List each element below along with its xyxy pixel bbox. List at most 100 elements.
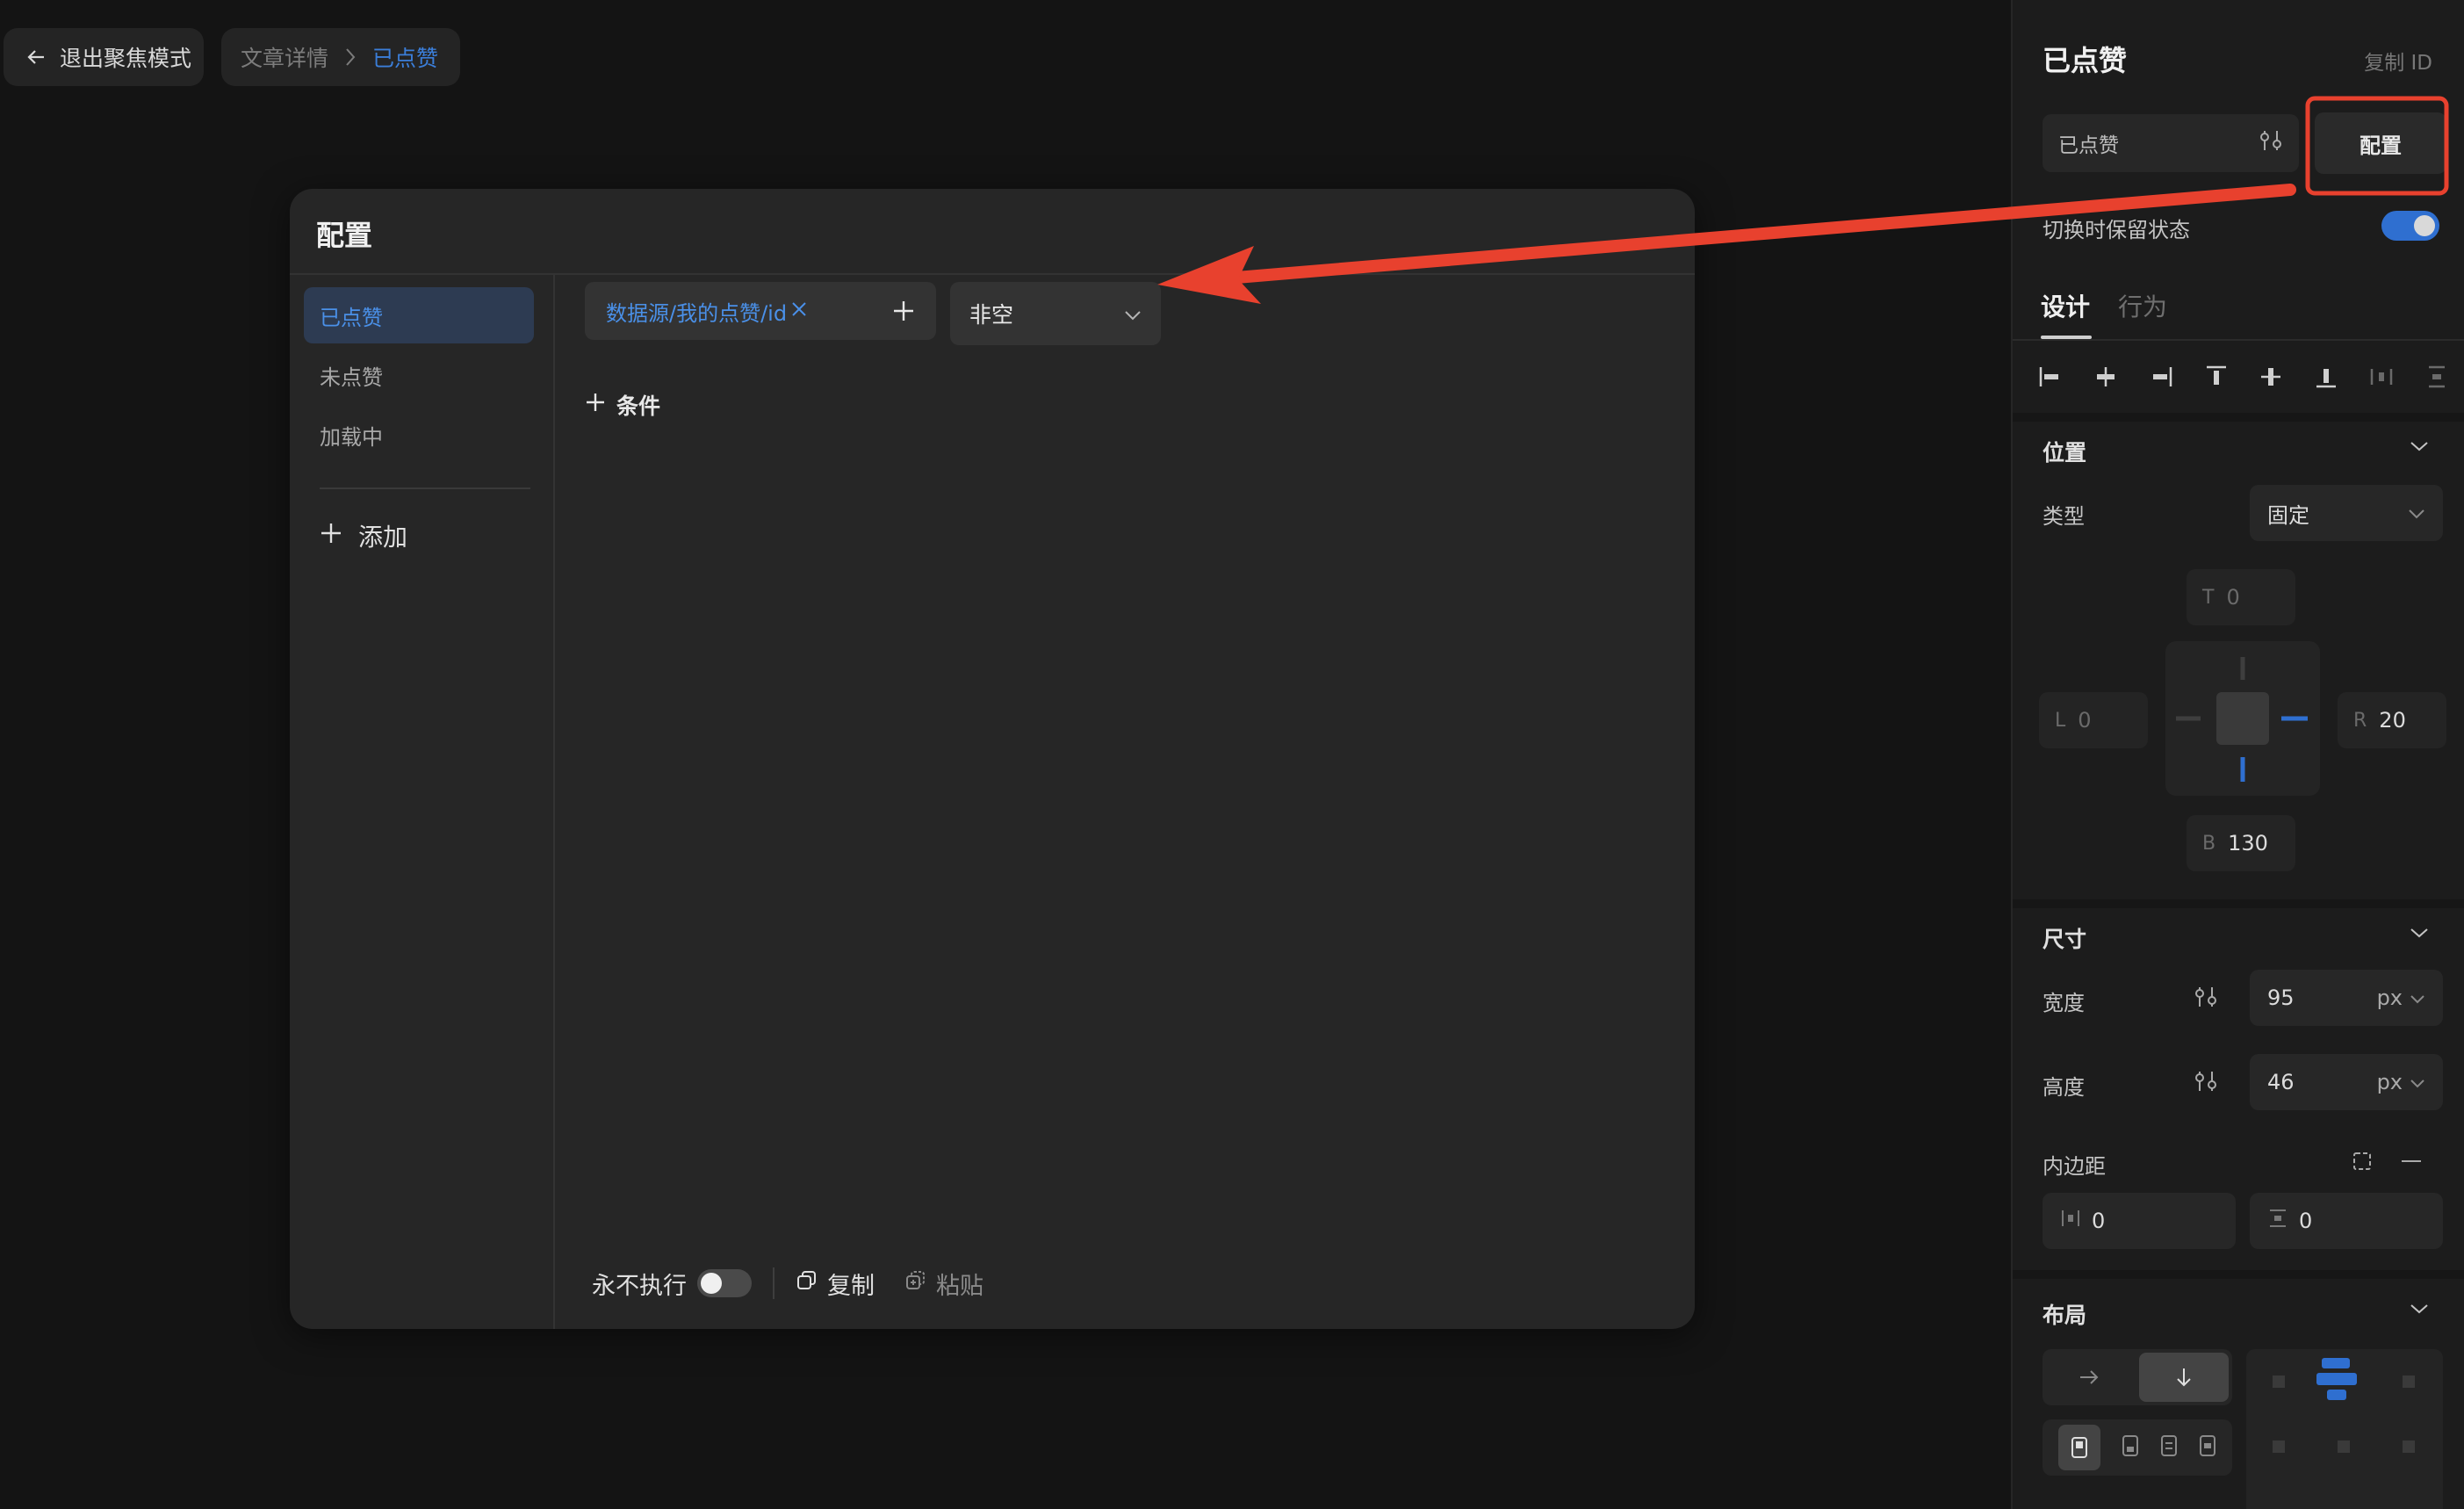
top-value: 0 bbox=[2226, 585, 2240, 610]
paste-button[interactable]: 粘贴 bbox=[904, 1267, 983, 1301]
chevron-down-icon bbox=[2410, 986, 2425, 1010]
align-bottom-icon[interactable] bbox=[2313, 364, 2339, 393]
state-item-label: 加载中 bbox=[320, 424, 383, 450]
add-state-button[interactable]: 添加 bbox=[320, 505, 407, 567]
tab-design[interactable]: 设计 bbox=[2041, 288, 2090, 323]
exit-focus-button[interactable]: 退出聚焦模式 bbox=[4, 28, 204, 86]
padding-label: 内边距 bbox=[2043, 1154, 2106, 1179]
state-item-liked[interactable]: 已点赞 bbox=[304, 287, 534, 343]
add-state-label: 添加 bbox=[358, 523, 408, 552]
paste-icon bbox=[904, 1269, 927, 1298]
sliders-icon[interactable] bbox=[2259, 129, 2283, 157]
bottom-key: B bbox=[2202, 832, 2216, 855]
height-label: 高度 bbox=[2043, 1075, 2085, 1100]
padding-horizontal-value: 0 bbox=[2092, 1209, 2106, 1233]
paste-label: 粘贴 bbox=[936, 1272, 983, 1300]
modal-header: 配置 bbox=[290, 189, 1695, 275]
padding-vertical-value: 0 bbox=[2299, 1209, 2313, 1233]
position-bottom-input[interactable]: B 130 bbox=[2187, 815, 2295, 871]
direction-row-button[interactable] bbox=[2043, 1349, 2136, 1405]
exit-focus-label: 退出聚焦模式 bbox=[60, 46, 192, 71]
clear-icon[interactable] bbox=[790, 299, 808, 323]
align-left-icon[interactable] bbox=[2037, 364, 2064, 393]
state-item-unliked[interactable]: 未点赞 bbox=[304, 347, 534, 403]
align-right-icon[interactable] bbox=[2148, 364, 2174, 393]
tab-behavior[interactable]: 行为 bbox=[2118, 288, 2167, 323]
operator-select[interactable]: 非空 bbox=[950, 282, 1161, 345]
state-list-divider bbox=[320, 487, 530, 489]
right-value: 20 bbox=[2379, 708, 2406, 733]
alignment-grid-icon bbox=[2273, 1358, 2415, 1453]
chevron-down-icon[interactable] bbox=[2410, 926, 2429, 942]
breadcrumb-parent[interactable]: 文章详情 bbox=[241, 41, 328, 73]
align-center-h-icon[interactable] bbox=[2093, 364, 2119, 393]
copy-button[interactable]: 复制 bbox=[796, 1267, 875, 1301]
right-key: R bbox=[2353, 709, 2367, 732]
padding-linked-icon[interactable] bbox=[2399, 1149, 2424, 1177]
width-unit[interactable]: px bbox=[2377, 986, 2403, 1010]
wrap-options bbox=[2043, 1419, 2232, 1476]
chevron-down-icon[interactable] bbox=[2410, 1302, 2429, 1318]
modal-title: 配置 bbox=[316, 219, 373, 252]
distribute-h-icon[interactable] bbox=[2368, 364, 2395, 393]
width-value: 95 bbox=[2267, 986, 2295, 1010]
section-divider bbox=[2013, 1270, 2464, 1279]
state-item-loading[interactable]: 加载中 bbox=[304, 407, 534, 463]
padding-vertical-icon bbox=[2267, 1208, 2288, 1234]
properties-panel: 已点赞 复制 ID 已点赞 配置 切换时保留状态 设计 行为 位置 类型 固定 … bbox=[2011, 0, 2464, 1509]
alignment-grid[interactable] bbox=[2246, 1349, 2443, 1509]
state-item-label: 已点赞 bbox=[320, 305, 383, 330]
padding-individual-icon[interactable] bbox=[2350, 1149, 2374, 1177]
never-execute-toggle[interactable] bbox=[697, 1269, 752, 1297]
copy-id-button[interactable]: 复制 ID bbox=[2364, 46, 2432, 76]
align-center-v-icon[interactable] bbox=[2258, 364, 2284, 393]
breadcrumb: 文章详情 已点赞 bbox=[221, 28, 460, 86]
position-section-title: 位置 bbox=[2043, 440, 2087, 466]
never-execute-label: 永不执行 bbox=[592, 1272, 687, 1300]
plus-icon[interactable] bbox=[892, 300, 915, 322]
direction-toggle bbox=[2043, 1349, 2232, 1405]
wrap-option-icon[interactable] bbox=[2199, 1434, 2216, 1461]
height-value: 46 bbox=[2267, 1070, 2295, 1094]
keep-state-toggle[interactable] bbox=[2381, 211, 2439, 241]
top-key: T bbox=[2202, 586, 2215, 609]
arrow-left-icon bbox=[26, 47, 47, 68]
plus-icon bbox=[320, 522, 342, 551]
padding-vertical-input[interactable]: 0 bbox=[2250, 1193, 2443, 1249]
add-condition-button[interactable]: 条件 bbox=[585, 389, 660, 421]
position-type-select[interactable]: 固定 bbox=[2250, 485, 2443, 541]
operator-value: 非空 bbox=[969, 302, 1014, 328]
state-list: 已点赞 未点赞 加载中 添加 bbox=[290, 275, 555, 1329]
width-input[interactable]: 95 px bbox=[2250, 970, 2443, 1026]
wrap-option-icon[interactable] bbox=[2122, 1434, 2139, 1461]
state-select[interactable]: 已点赞 bbox=[2043, 114, 2299, 172]
align-toolbar bbox=[2037, 357, 2450, 401]
chevron-down-icon bbox=[1124, 301, 1142, 327]
position-type-label: 类型 bbox=[2043, 504, 2085, 529]
sliders-icon[interactable] bbox=[2194, 986, 2218, 1012]
distribute-v-icon[interactable] bbox=[2424, 364, 2450, 393]
position-left-input[interactable]: L 0 bbox=[2039, 692, 2148, 748]
bottom-value: 130 bbox=[2228, 831, 2268, 856]
padding-horizontal-input[interactable]: 0 bbox=[2043, 1193, 2236, 1249]
wrap-option-icon[interactable] bbox=[2160, 1434, 2178, 1461]
chevron-down-icon[interactable] bbox=[2410, 439, 2429, 456]
condition-field[interactable]: 数据源/我的点赞/id bbox=[585, 282, 936, 340]
keep-state-label: 切换时保留状态 bbox=[2043, 218, 2190, 242]
section-divider bbox=[2013, 413, 2464, 422]
position-right-input[interactable]: R 20 bbox=[2338, 692, 2446, 748]
width-label: 宽度 bbox=[2043, 991, 2085, 1015]
add-condition-label: 条件 bbox=[616, 393, 661, 419]
config-button[interactable]: 配置 bbox=[2315, 112, 2446, 174]
position-top-input[interactable]: T 0 bbox=[2187, 569, 2295, 625]
anchor-widget[interactable] bbox=[2165, 641, 2320, 796]
height-input[interactable]: 46 px bbox=[2250, 1054, 2443, 1110]
align-top-icon[interactable] bbox=[2203, 364, 2230, 393]
wrap-option-icon[interactable] bbox=[2058, 1425, 2100, 1470]
chevron-right-icon bbox=[344, 47, 357, 68]
sliders-icon[interactable] bbox=[2194, 1070, 2218, 1096]
state-item-label: 未点赞 bbox=[320, 365, 383, 390]
height-unit[interactable]: px bbox=[2377, 1070, 2403, 1094]
tabs-divider bbox=[2013, 339, 2464, 341]
direction-column-button[interactable] bbox=[2139, 1353, 2229, 1402]
